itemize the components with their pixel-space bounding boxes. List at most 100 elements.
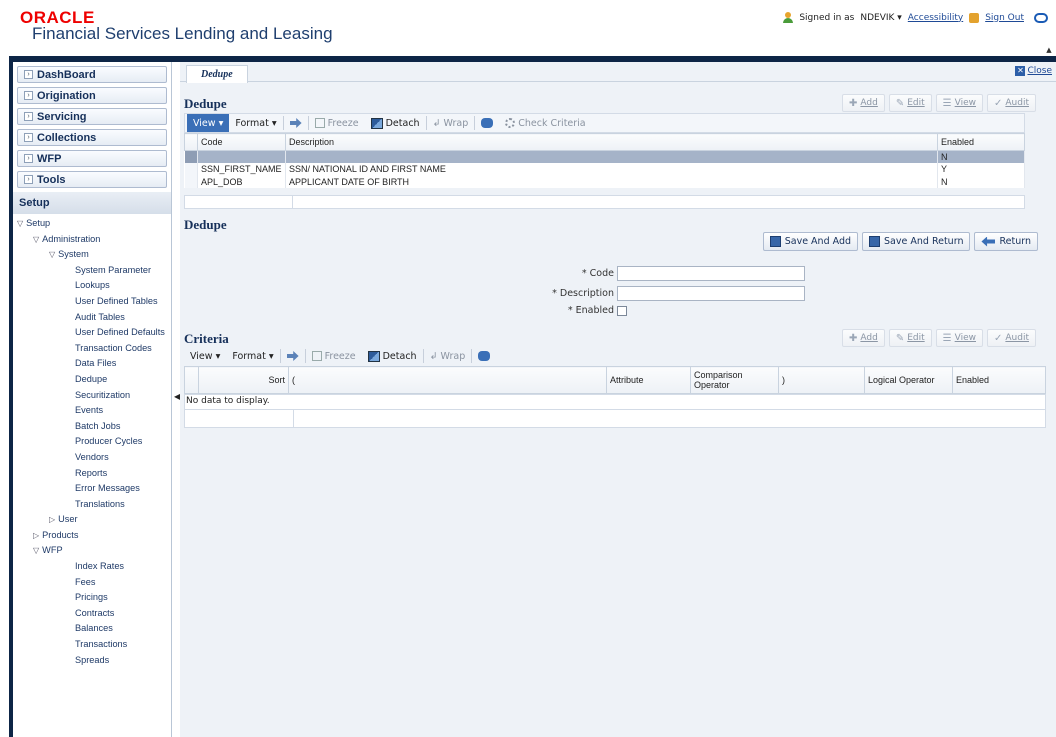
criteria-wrap-button[interactable]: ↲ Wrap [424, 347, 472, 365]
nav-wfp[interactable]: › WFP [17, 150, 167, 167]
tree-item-label: Audit Tables [75, 311, 125, 322]
tree-item-reports[interactable]: Reports [13, 466, 171, 482]
accessibility-link[interactable]: Accessibility [908, 13, 963, 23]
tree-item-transactions[interactable]: Transactions [13, 637, 171, 653]
freeze-icon [314, 118, 325, 128]
expanded-icon[interactable]: ▽ [33, 546, 39, 555]
criteria-freeze-button[interactable]: Freeze [306, 347, 362, 365]
criteria-audit-button[interactable]: ✓ Audit [987, 329, 1036, 347]
tree-item-system[interactable]: ▽ System [13, 247, 171, 263]
audit-button[interactable]: ✓ Audit [987, 94, 1036, 112]
tree-item-contracts[interactable]: Contracts [13, 606, 171, 622]
scroll-up-icon[interactable]: ▲ [1044, 46, 1054, 60]
save-and-add-button[interactable]: Save And Add [762, 232, 859, 251]
edit-button[interactable]: ✎ Edit [888, 94, 932, 112]
tree-item-producer-cycles[interactable]: Producer Cycles [13, 434, 171, 450]
table-row[interactable]: N [184, 150, 1025, 163]
collapsed-icon[interactable]: ▷ [33, 531, 39, 540]
tree-item-batch-jobs[interactable]: Batch Jobs [13, 419, 171, 435]
tab-dedupe[interactable]: Dedupe [186, 65, 248, 83]
criteria-add-button[interactable]: ✚ Add [842, 329, 885, 347]
expanded-icon[interactable]: ▽ [33, 235, 39, 244]
tree-item-error-messages[interactable]: Error Messages [13, 481, 171, 497]
criteria-edit-button[interactable]: ✎ Edit [888, 329, 932, 347]
tree-item-label: Contracts [75, 607, 115, 618]
chevron-right-icon: › [24, 175, 33, 184]
code-field[interactable] [617, 266, 805, 281]
tree-item-system-parameter[interactable]: System Parameter [13, 263, 171, 279]
export-button[interactable] [284, 114, 308, 132]
view-menu[interactable]: View ▾ [187, 114, 230, 132]
tree-item-wfp[interactable]: ▽ WFP [13, 543, 171, 559]
add-button[interactable]: ✚ Add [842, 94, 885, 112]
query-button[interactable] [475, 114, 499, 132]
detach-button[interactable]: Detach [365, 114, 426, 132]
tree-item-data-files[interactable]: Data Files [13, 356, 171, 372]
tree-item-user[interactable]: ▷ User [13, 512, 171, 528]
tree-item-fees[interactable]: Fees [13, 575, 171, 591]
column-header-enabled[interactable]: Enabled [937, 133, 1025, 151]
collapsed-icon[interactable]: ▷ [49, 515, 55, 524]
wrap-button[interactable]: ↲ Wrap [427, 114, 475, 132]
nav-collections[interactable]: › Collections [17, 129, 167, 146]
tree-item-transaction-codes[interactable]: Transaction Codes [13, 341, 171, 357]
tree-item-label: Batch Jobs [75, 420, 121, 431]
tree-item-dedupe[interactable]: Dedupe [13, 372, 171, 388]
setup-header[interactable]: Setup [13, 192, 171, 214]
tree-item-index-rates[interactable]: Index Rates [13, 559, 171, 575]
table-row[interactable]: APL_DOB APPLICANT DATE OF BIRTH N [184, 175, 1025, 188]
column-header-enabled[interactable]: Enabled [952, 366, 1046, 394]
format-menu[interactable]: Format ▾ [229, 114, 282, 132]
expanded-icon[interactable]: ▽ [49, 250, 55, 259]
nav-servicing[interactable]: › Servicing [17, 108, 167, 125]
criteria-detach-button[interactable]: Detach [362, 347, 423, 365]
nav-tools[interactable]: › Tools [17, 171, 167, 188]
tree-item-events[interactable]: Events [13, 403, 171, 419]
tree-item-spreads[interactable]: Spreads [13, 653, 171, 669]
nav-origination[interactable]: › Origination [17, 87, 167, 104]
column-header-close-paren[interactable]: ) [778, 366, 865, 394]
column-header-sort[interactable]: Sort [198, 366, 289, 394]
check-criteria-button[interactable]: Check Criteria [499, 114, 591, 132]
column-header-attribute[interactable]: Attribute [606, 366, 691, 394]
tree-item-user-defined-tables[interactable]: User Defined Tables [13, 294, 171, 310]
criteria-empty-area: No data to display. [184, 394, 1046, 409]
description-cell [285, 150, 938, 163]
expanded-icon[interactable]: ▽ [17, 219, 23, 228]
tree-item-products[interactable]: ▷ Products [13, 528, 171, 544]
column-header-code[interactable]: Code [197, 133, 286, 151]
tree-item-label: Data Files [75, 358, 117, 369]
close-button[interactable]: ✕ Close [1015, 66, 1052, 76]
criteria-view-menu[interactable]: View ▾ [184, 347, 226, 365]
freeze-button[interactable]: Freeze [309, 114, 365, 132]
column-header-open-paren[interactable]: ( [288, 366, 607, 394]
tree-item-lookups[interactable]: Lookups [13, 278, 171, 294]
enabled-cell: N [937, 150, 1025, 163]
view-button[interactable]: ☰ View [935, 94, 983, 112]
tree-item-translations[interactable]: Translations [13, 497, 171, 513]
save-and-return-button[interactable]: Save And Return [862, 232, 971, 251]
tree-item-administration[interactable]: ▽ Administration [13, 232, 171, 248]
tree-item-vendors[interactable]: Vendors [13, 450, 171, 466]
criteria-view-button[interactable]: ☰ View [935, 329, 983, 347]
return-button[interactable]: Return [974, 232, 1038, 251]
column-header-description[interactable]: Description [285, 133, 938, 151]
tree-item-balances[interactable]: Balances [13, 621, 171, 637]
tree-item-user-defined-defaults[interactable]: User Defined Defaults [13, 325, 171, 341]
tree-item-securitization[interactable]: Securitization [13, 388, 171, 404]
criteria-export-button[interactable] [281, 347, 305, 365]
description-field[interactable] [617, 286, 805, 301]
tree-item-setup[interactable]: ▽ Setup [13, 216, 171, 232]
sign-out-link[interactable]: Sign Out [985, 13, 1024, 23]
enabled-checkbox[interactable] [617, 305, 627, 316]
tree-item-audit-tables[interactable]: Audit Tables [13, 310, 171, 326]
table-row[interactable]: SSN_FIRST_NAME SSN/ NATIONAL ID AND FIRST… [184, 163, 1025, 176]
nav-dashboard[interactable]: › DashBoard [17, 66, 167, 83]
user-menu[interactable]: NDEVIK ▾ [860, 13, 901, 23]
code-cell [197, 150, 286, 163]
criteria-query-button[interactable] [472, 347, 496, 365]
criteria-format-menu[interactable]: Format ▾ [226, 347, 279, 365]
column-header-logical-operator[interactable]: Logical Operator [864, 366, 953, 394]
tree-item-pricings[interactable]: Pricings [13, 590, 171, 606]
column-header-comparison-operator[interactable]: Comparison Operator [690, 366, 779, 394]
